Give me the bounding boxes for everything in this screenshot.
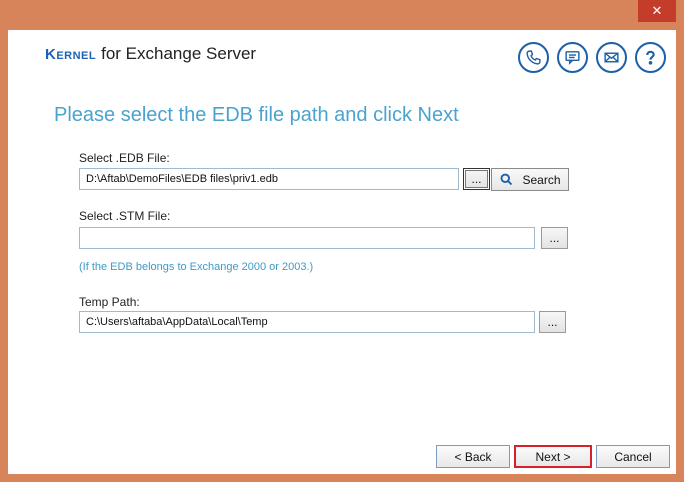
brand-kernel: Kernel bbox=[45, 46, 97, 63]
stm-browse-button[interactable]: ... bbox=[541, 227, 568, 249]
stm-file-label: Select .STM File: bbox=[79, 209, 171, 223]
next-button[interactable]: Next > bbox=[514, 445, 592, 468]
temp-path-label: Temp Path: bbox=[79, 295, 140, 309]
stm-file-note: (If the EDB belongs to Exchange 2000 or … bbox=[79, 261, 314, 273]
back-button[interactable]: < Back bbox=[436, 445, 510, 468]
edb-file-label: Select .EDB File: bbox=[79, 151, 170, 165]
temp-browse-label: ... bbox=[547, 315, 558, 329]
next-button-label: Next > bbox=[535, 449, 571, 464]
brand-logo: Kernel for Exchange Server bbox=[45, 44, 256, 64]
chat-icon[interactable] bbox=[557, 42, 588, 73]
cancel-button-label: Cancel bbox=[614, 449, 652, 464]
search-icon bbox=[501, 173, 513, 186]
help-icon[interactable] bbox=[635, 42, 666, 73]
edb-browse-label: ... bbox=[471, 172, 482, 186]
header-icons bbox=[518, 42, 666, 73]
search-button[interactable]: Search bbox=[491, 168, 569, 191]
window-frame: ✕ Kernel for Exchange Server Please sele… bbox=[0, 0, 684, 482]
back-button-label: < Back bbox=[454, 449, 492, 464]
wizard-panel: Kernel for Exchange Server Please select… bbox=[8, 30, 676, 474]
stm-file-input[interactable] bbox=[79, 227, 535, 249]
temp-path-input[interactable]: C:\Users\aftaba\AppData\Local\Temp bbox=[79, 311, 535, 333]
close-button[interactable]: ✕ bbox=[638, 0, 676, 22]
mail-icon[interactable] bbox=[596, 42, 627, 73]
edb-file-value: D:\Aftab\DemoFiles\EDB files\priv1.edb bbox=[86, 173, 278, 185]
stm-browse-label: ... bbox=[549, 231, 560, 245]
edb-browse-button[interactable]: ... bbox=[463, 168, 490, 190]
close-icon: ✕ bbox=[651, 3, 663, 19]
page-title: Please select the EDB file path and clic… bbox=[54, 104, 459, 126]
phone-icon[interactable] bbox=[518, 42, 549, 73]
search-button-label: Search bbox=[522, 172, 561, 187]
temp-path-value: C:\Users\aftaba\AppData\Local\Temp bbox=[86, 316, 268, 328]
temp-browse-button[interactable]: ... bbox=[539, 311, 566, 333]
cancel-button[interactable]: Cancel bbox=[596, 445, 670, 468]
edb-file-input[interactable]: D:\Aftab\DemoFiles\EDB files\priv1.edb bbox=[79, 168, 459, 190]
brand-product: for Exchange Server bbox=[101, 44, 257, 63]
